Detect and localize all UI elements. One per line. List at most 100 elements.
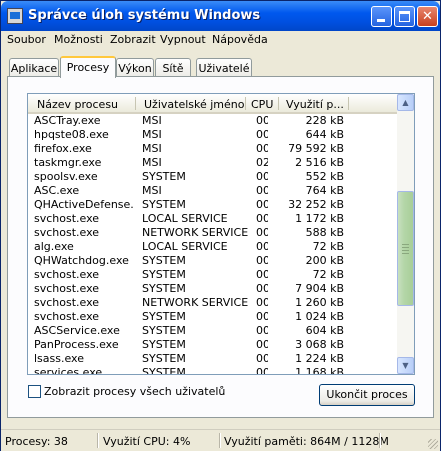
tab-aplikace[interactable]: Aplikace — [9, 58, 59, 77]
minimize-icon — [377, 19, 385, 22]
process-row[interactable]: svchost.exe LOCAL SERVICE 00 1 172 kB — [28, 212, 397, 226]
menu-vypnout[interactable]: Vypnout — [160, 33, 206, 46]
scroll-down-button[interactable]: ▼ — [397, 357, 414, 374]
menu-napoveda[interactable]: Nápověda — [212, 33, 268, 46]
column-header-cpu[interactable]: CPU — [251, 98, 273, 111]
menu-moznosti[interactable]: Možnosti — [54, 33, 103, 46]
process-name: PanProcess.exe — [34, 338, 119, 351]
user-name: SYSTEM — [142, 352, 186, 365]
cpu-usage: 00 — [256, 338, 268, 351]
process-row[interactable]: taskmgr.exe MSI 02 2 516 kB — [28, 156, 397, 170]
cpu-usage: 00 — [256, 198, 268, 211]
status-divider — [379, 433, 381, 448]
column-header-memory[interactable]: Využití p... — [286, 98, 344, 111]
process-rows: ASCTray.exe MSI 00 228 kB hpqste08.exe MSI 00 6… — [28, 114, 397, 375]
memory-usage: 72 kB — [312, 240, 344, 253]
title-bar[interactable]: Správce úloh systému Windows ✕ — [1, 1, 440, 31]
process-row[interactable]: hpqste08.exe MSI 00 644 kB — [28, 128, 397, 142]
process-row[interactable]: firefox.exe MSI 00 79 592 kB — [28, 142, 397, 156]
task-manager-window: Správce úloh systému Windows ✕ Soubor Mo… — [0, 0, 441, 451]
user-name: MSI — [142, 142, 162, 155]
process-row[interactable]: lsass.exe SYSTEM 00 1 224 kB — [28, 352, 397, 366]
status-divider — [219, 433, 221, 448]
process-name: ASCService.exe — [34, 324, 120, 337]
process-list[interactable]: Název procesu Uživatelské jméno CPU Využ… — [27, 93, 415, 375]
process-name: QHWatchdog.exe — [34, 254, 129, 267]
window-title: Správce úloh systému Windows — [28, 8, 261, 23]
scroll-thumb[interactable] — [397, 191, 414, 306]
column-divider[interactable] — [348, 97, 349, 110]
tab-uzivatele[interactable]: Uživatelé — [196, 58, 252, 77]
memory-usage: 644 kB — [305, 128, 344, 141]
process-row[interactable]: ASC.exe MSI 00 764 kB — [28, 184, 397, 198]
column-header-name[interactable]: Název procesu — [37, 98, 118, 111]
column-divider[interactable] — [245, 97, 246, 110]
user-name: SYSTEM — [142, 324, 186, 337]
process-row[interactable]: svchost.exe NETWORK SERVICE 00 588 kB — [28, 226, 397, 240]
cpu-usage: 02 — [256, 156, 268, 169]
column-header-user[interactable]: Uživatelské jméno — [144, 98, 244, 111]
user-name: NETWORK SERVICE — [142, 296, 249, 309]
process-name: svchost.exe — [34, 296, 100, 309]
end-process-button[interactable]: Ukončit proces — [319, 384, 415, 406]
menu-soubor[interactable]: Soubor — [7, 33, 46, 46]
user-name: SYSTEM — [142, 198, 186, 211]
cpu-usage: 00 — [256, 282, 268, 295]
user-name: MSI — [142, 184, 162, 197]
menu-zobrazit[interactable]: Zobrazit — [110, 33, 156, 46]
grip-line — [402, 250, 409, 251]
task-manager-icon — [7, 8, 23, 24]
status-memory: Využití paměti: 864M / 1128M — [224, 435, 389, 448]
tab-vykon[interactable]: Výkon — [116, 58, 154, 77]
resize-grip-icon[interactable] — [428, 439, 438, 449]
process-row[interactable]: svchost.exe SYSTEM 00 72 kB — [28, 268, 397, 282]
maximize-button[interactable] — [394, 6, 415, 27]
vertical-scrollbar[interactable]: ▲ ▼ — [397, 94, 414, 374]
memory-usage: 604 kB — [305, 324, 344, 337]
user-name: MSI — [142, 128, 162, 141]
memory-usage: 7 904 kB — [295, 282, 344, 295]
process-row[interactable]: svchost.exe SYSTEM 00 1 024 kB — [28, 310, 397, 324]
scroll-up-button[interactable]: ▲ — [397, 94, 414, 111]
process-name: ASC.exe — [34, 184, 80, 197]
user-name: SYSTEM — [142, 366, 186, 375]
user-name: SYSTEM — [142, 254, 186, 267]
process-row[interactable]: QHActiveDefense... SYSTEM 00 32 252 kB — [28, 198, 397, 212]
minimize-button[interactable] — [371, 6, 392, 27]
process-row[interactable]: alg.exe LOCAL SERVICE 00 72 kB — [28, 240, 397, 254]
process-name: firefox.exe — [34, 142, 92, 155]
process-name: svchost.exe — [34, 310, 100, 323]
process-row[interactable]: QHWatchdog.exe SYSTEM 00 200 kB — [28, 254, 397, 268]
show-all-users-checkbox[interactable] — [28, 385, 41, 398]
user-name: SYSTEM — [142, 338, 186, 351]
cpu-usage: 00 — [256, 254, 268, 267]
cpu-usage: 00 — [256, 226, 268, 239]
process-name: services.exe — [34, 366, 103, 375]
process-row[interactable]: ASCTray.exe MSI 00 228 kB — [28, 114, 397, 128]
tab-site[interactable]: Sítě — [155, 58, 191, 77]
memory-usage: 588 kB — [305, 226, 344, 239]
status-processes: Procesy: 38 — [5, 435, 68, 448]
process-row[interactable]: PanProcess.exe SYSTEM 00 3 068 kB — [28, 338, 397, 352]
memory-usage: 764 kB — [305, 184, 344, 197]
column-divider[interactable] — [278, 97, 279, 110]
memory-usage: 228 kB — [305, 114, 344, 127]
user-name: NETWORK SERVICE — [142, 226, 249, 239]
process-row[interactable]: spoolsv.exe SYSTEM 00 552 kB — [28, 170, 397, 184]
column-divider[interactable] — [135, 97, 136, 110]
memory-usage: 3 068 kB — [295, 338, 344, 351]
process-row[interactable]: svchost.exe NETWORK SERVICE 00 1 260 kB — [28, 296, 397, 310]
process-row[interactable]: svchost.exe SYSTEM 00 7 904 kB — [28, 282, 397, 296]
process-row[interactable]: ASCService.exe SYSTEM 00 604 kB — [28, 324, 397, 338]
memory-usage: 2 516 kB — [295, 156, 344, 169]
process-row[interactable]: services.exe SYSTEM 00 1 168 kB — [28, 366, 397, 375]
memory-usage: 1 224 kB — [295, 352, 344, 365]
tab-procesy[interactable]: Procesy — [60, 56, 116, 78]
user-name: SYSTEM — [142, 170, 186, 183]
memory-usage: 1 168 kB — [295, 366, 344, 375]
memory-usage: 79 592 kB — [288, 142, 344, 155]
cpu-usage: 00 — [256, 212, 268, 225]
show-all-users-label[interactable]: Zobrazit procesy všech uživatelů — [44, 385, 225, 398]
user-name: MSI — [142, 156, 162, 169]
close-button[interactable]: ✕ — [417, 6, 438, 27]
